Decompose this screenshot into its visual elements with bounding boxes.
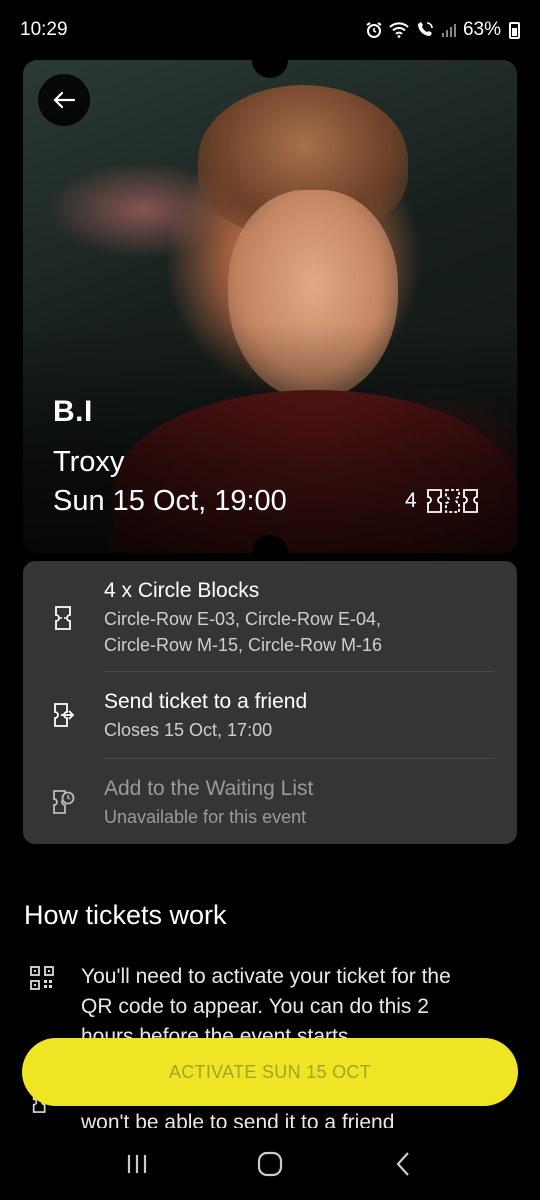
ticket-count-badge: 4	[405, 488, 481, 514]
battery-percent: 63%	[462, 19, 501, 40]
signal-icon	[441, 22, 457, 38]
home-icon	[257, 1151, 283, 1177]
send-ticket-icon	[54, 703, 75, 727]
wifi-icon	[389, 22, 409, 38]
arrow-left-icon	[53, 91, 75, 109]
alarm-icon	[365, 21, 383, 39]
chevron-left-icon	[396, 1152, 410, 1176]
how-item-text-line2: QR code to appear. You can do this 2	[81, 995, 429, 1018]
status-icons: 63%	[365, 19, 520, 41]
system-nav-bar	[0, 1128, 540, 1200]
waiting-list-icon	[53, 790, 75, 814]
tickets-stack-icon	[426, 489, 478, 513]
ticket-count: 4	[405, 489, 417, 512]
send-ticket-row[interactable]: Send ticket to a friend Closes 15 Oct, 1…	[23, 672, 517, 758]
ticket-icon	[55, 606, 71, 630]
waiting-list-title: Add to the Waiting List	[104, 777, 314, 800]
send-ticket-subtitle: Closes 15 Oct, 17:00	[104, 720, 273, 740]
activate-button[interactable]: ACTIVATE SUN 15 OCT	[22, 1038, 518, 1106]
tickets-row[interactable]: 4 x Circle Blocks Circle-Row E-03, Circl…	[23, 561, 517, 671]
venue-name: Troxy	[53, 446, 125, 478]
event-hero-image	[23, 60, 517, 553]
how-item-text-line1: You'll need to activate your ticket for …	[81, 965, 451, 988]
ticket-info-card: 4 x Circle Blocks Circle-Row E-03, Circl…	[23, 561, 517, 844]
ticket-notch-top	[252, 42, 288, 78]
home-button[interactable]	[250, 1144, 290, 1184]
event-date-time: Sun 15 Oct, 19:00	[53, 485, 287, 517]
send-ticket-title: Send ticket to a friend	[104, 690, 308, 713]
tickets-seats-line1: Circle-Row E-03, Circle-Row E-04,	[104, 609, 382, 629]
battery-icon	[509, 21, 520, 39]
how-tickets-work-heading: How tickets work	[24, 900, 227, 930]
waiting-list-subtitle: Unavailable for this event	[104, 807, 307, 827]
tickets-seats-line2: Circle-Row M-15, Circle-Row M-16	[104, 635, 383, 655]
waiting-list-row: Add to the Waiting List Unavailable for …	[23, 759, 517, 844]
recent-apps-button[interactable]	[117, 1144, 157, 1184]
back-nav-button[interactable]	[383, 1144, 423, 1184]
qr-code-icon	[30, 966, 54, 990]
artist-name: B.I	[53, 395, 93, 428]
how-item-activate: You'll need to activate your ticket for …	[24, 962, 516, 1048]
back-button[interactable]	[38, 74, 90, 126]
status-time: 10:29	[20, 19, 68, 40]
wifi-calling-icon	[415, 21, 435, 39]
recent-apps-icon	[127, 1155, 146, 1173]
hero-gradient-overlay	[23, 323, 517, 553]
tickets-title: 4 x Circle Blocks	[104, 579, 260, 602]
